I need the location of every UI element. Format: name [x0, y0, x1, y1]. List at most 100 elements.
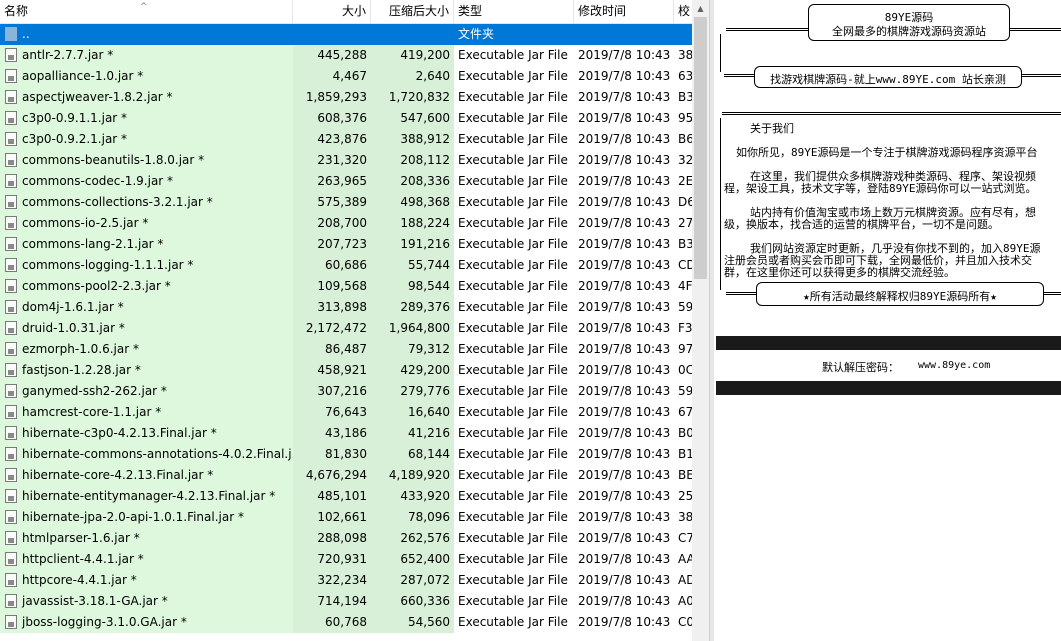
file-modified: 2019/7/8 10:43: [574, 402, 674, 423]
file-crc: 38: [674, 507, 692, 528]
file-name-cell: aspectjweaver-1.8.2.jar *: [0, 87, 293, 108]
file-name-cell: ezmorph-1.0.6.jar *: [0, 339, 293, 360]
parent-folder-icon: [5, 27, 17, 41]
file-row[interactable]: hibernate-jpa-2.0-api-1.0.1.Final.jar * 1…: [0, 507, 692, 528]
file-modified: 2019/7/8 10:43: [574, 612, 674, 633]
file-row[interactable]: httpclient-4.4.1.jar * 720,931 652,400 Exec…: [0, 549, 692, 570]
about-rule-top: [722, 112, 1061, 115]
about-paragraph-1: 如你所见，89YE源码是一个专注于棋牌游戏源码程序资源平台: [736, 146, 1038, 159]
jar-file-icon: [5, 489, 17, 503]
file-type: Executable Jar File: [454, 171, 574, 192]
file-row[interactable]: htmlparser-1.6.jar * 288,098 262,576 Execut…: [0, 528, 692, 549]
file-type: Executable Jar File: [454, 360, 574, 381]
file-modified: 2019/7/8 10:43: [574, 150, 674, 171]
column-header-packed-size[interactable]: 压缩后大小: [371, 0, 454, 23]
file-type: Executable Jar File: [454, 66, 574, 87]
file-row[interactable]: commons-logging-1.1.1.jar * 60,686 55,744 E…: [0, 255, 692, 276]
column-header-modified[interactable]: 修改时间: [574, 0, 674, 23]
file-packed-size: 41,216: [371, 423, 454, 444]
file-packed-size: 498,368: [371, 192, 454, 213]
file-name: hibernate-core-4.2.13.Final.jar *: [22, 468, 214, 482]
column-header-size[interactable]: 大小: [293, 0, 371, 23]
about-paragraph-2-line-2: 程，架设工具，技术文字等，登陆89YE源码你可以一站式浏览。: [724, 182, 1037, 195]
file-name: ganymed-ssh2-262.jar *: [22, 384, 167, 398]
scrollbar-thumb[interactable]: [694, 17, 707, 279]
file-row[interactable]: jboss-logging-3.1.0.GA.jar * 60,768 54,560…: [0, 612, 692, 633]
file-row[interactable]: dom4j-1.6.1.jar * 313,898 289,376 Executabl…: [0, 297, 692, 318]
file-row[interactable]: c3p0-0.9.2.1.jar * 423,876 388,912 Executab…: [0, 129, 692, 150]
file-row[interactable]: commons-beanutils-1.8.0.jar * 231,320 208,…: [0, 150, 692, 171]
password-bar-top: [716, 336, 1061, 350]
vertical-scrollbar[interactable]: ▲: [692, 0, 709, 641]
file-row[interactable]: hibernate-entitymanager-4.2.13.Final.jar…: [0, 486, 692, 507]
file-modified: 2019/7/8 10:43: [574, 339, 674, 360]
file-name-cell: commons-logging-1.1.1.jar *: [0, 255, 293, 276]
file-size: 102,661: [293, 507, 371, 528]
file-name-cell: druid-1.0.31.jar *: [0, 318, 293, 339]
file-row[interactable]: httpcore-4.4.1.jar * 322,234 287,072 Execut…: [0, 570, 692, 591]
file-packed-size: 262,576: [371, 528, 454, 549]
jar-file-icon: [5, 405, 17, 419]
file-row[interactable]: hibernate-commons-annotations-4.0.2.Fina…: [0, 444, 692, 465]
footer-box: ★所有活动最终解释权归89YE源码所有★: [756, 282, 1044, 306]
file-crc: B3: [674, 234, 692, 255]
file-row[interactable]: commons-io-2.5.jar * 208,700 188,224 Execut…: [0, 213, 692, 234]
file-row[interactable]: ganymed-ssh2-262.jar * 307,216 279,776 Exec…: [0, 381, 692, 402]
about-title: 关于我们: [750, 122, 794, 135]
file-row[interactable]: ezmorph-1.0.6.jar * 86,487 79,312 Executabl…: [0, 339, 692, 360]
file-size: 714,194: [293, 591, 371, 612]
file-name-cell: aopalliance-1.0.jar *: [0, 66, 293, 87]
file-crc: 2E: [674, 171, 692, 192]
file-name: c3p0-0.9.2.1.jar *: [22, 132, 128, 146]
file-row[interactable]: commons-lang-2.1.jar * 207,723 191,216 Exec…: [0, 234, 692, 255]
file-packed-size: 429,200: [371, 360, 454, 381]
file-name: c3p0-0.9.1.1.jar *: [22, 111, 128, 125]
file-row[interactable]: hibernate-core-4.2.13.Final.jar * 4,676,2…: [0, 465, 692, 486]
file-row[interactable]: fastjson-1.2.28.jar * 458,921 429,200 Execu…: [0, 360, 692, 381]
file-name-cell: hibernate-jpa-2.0-api-1.0.1.Final.jar *: [0, 507, 293, 528]
file-row[interactable]: aopalliance-1.0.jar * 4,467 2,640 Executabl…: [0, 66, 692, 87]
scroll-up-arrow-icon[interactable]: ▲: [692, 0, 709, 17]
file-size: 263,965: [293, 171, 371, 192]
column-header-name[interactable]: 名称 ^: [0, 0, 293, 23]
file-type: Executable Jar File: [454, 150, 574, 171]
sort-ascending-icon: ^: [140, 2, 148, 12]
file-row[interactable]: hibernate-c3p0-4.2.13.Final.jar * 43,186 4…: [0, 423, 692, 444]
file-crc: AA: [674, 549, 692, 570]
file-crc: CD: [674, 255, 692, 276]
file-crc: C0: [674, 612, 692, 633]
file-name-cell: commons-pool2-2.3.jar *: [0, 276, 293, 297]
search-line-box: 找游戏棋牌源码-就上www.89YE.com 站长亲测: [754, 66, 1022, 88]
footer-rule-left: [726, 292, 756, 295]
file-modified: 2019/7/8 10:43: [574, 591, 674, 612]
file-list[interactable]: 名称 ^ 大小 压缩后大小 类型 修改时间 校 .. 文件夹 antlr-2.7…: [0, 0, 692, 641]
jar-file-icon: [5, 363, 17, 377]
file-row[interactable]: antlr-2.7.7.jar * 445,288 419,200 Executabl…: [0, 45, 692, 66]
file-row[interactable]: commons-codec-1.9.jar * 263,965 208,336 Exe…: [0, 171, 692, 192]
file-size: 313,898: [293, 297, 371, 318]
file-size: 231,320: [293, 150, 371, 171]
jar-file-icon: [5, 195, 17, 209]
jar-file-icon: [5, 279, 17, 293]
file-type: Executable Jar File: [454, 318, 574, 339]
file-crc: 59: [674, 381, 692, 402]
file-row[interactable]: hamcrest-core-1.1.jar * 76,643 16,640 Execu…: [0, 402, 692, 423]
file-row[interactable]: c3p0-0.9.1.1.jar * 608,376 547,600 Executab…: [0, 108, 692, 129]
file-crc: BE: [674, 465, 692, 486]
file-type: Executable Jar File: [454, 192, 574, 213]
file-type: Executable Jar File: [454, 465, 574, 486]
file-row[interactable]: javassist-3.18.1-GA.jar * 714,194 660,336 E…: [0, 591, 692, 612]
file-name: javassist-3.18.1-GA.jar *: [22, 594, 168, 608]
file-name: druid-1.0.31.jar *: [22, 321, 125, 335]
file-row[interactable]: druid-1.0.31.jar * 2,172,472 1,964,800 Exec…: [0, 318, 692, 339]
column-header-crc[interactable]: 校: [674, 0, 692, 23]
file-row[interactable]: aspectjweaver-1.8.2.jar * 1,859,293 1,720,…: [0, 87, 692, 108]
column-header-type[interactable]: 类型: [454, 0, 574, 23]
file-crc: B3: [674, 87, 692, 108]
file-row[interactable]: commons-pool2-2.3.jar * 109,568 98,544 Exec…: [0, 276, 692, 297]
file-type: Executable Jar File: [454, 213, 574, 234]
parent-folder-row[interactable]: .. 文件夹: [0, 24, 692, 45]
file-row[interactable]: commons-collections-3.2.1.jar * 575,389 49…: [0, 192, 692, 213]
file-packed-size: 78,096: [371, 507, 454, 528]
file-type: Executable Jar File: [454, 549, 574, 570]
